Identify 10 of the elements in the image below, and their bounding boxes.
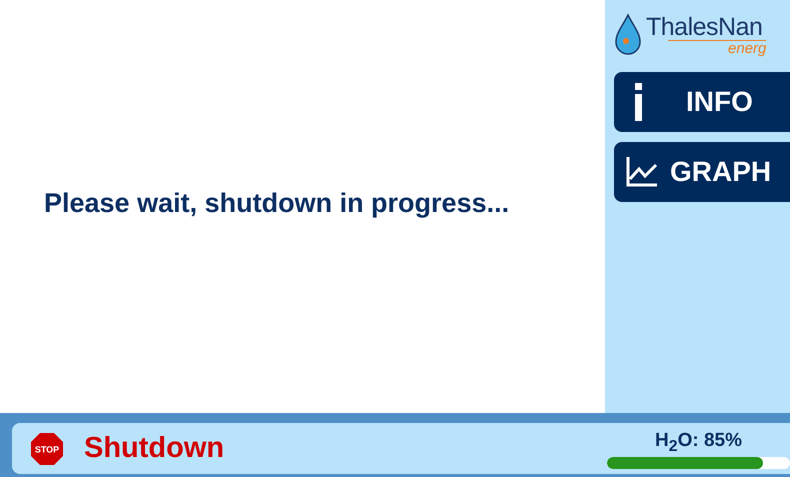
logo-name: ThalesNan: [646, 14, 762, 40]
water-reading: H$_{2}$O: 85%: [655, 430, 742, 456]
chart-icon: [626, 157, 658, 187]
logo-tagline: energ: [668, 40, 766, 56]
graph-button[interactable]: GRAPH: [614, 142, 790, 202]
stop-sign-icon: STOP: [30, 432, 64, 466]
status-text: Shutdown: [84, 432, 226, 465]
status-message: Please wait, shutdown in progress...: [44, 188, 510, 219]
info-button[interactable]: INFO: [614, 72, 790, 132]
info-icon: [634, 83, 644, 121]
